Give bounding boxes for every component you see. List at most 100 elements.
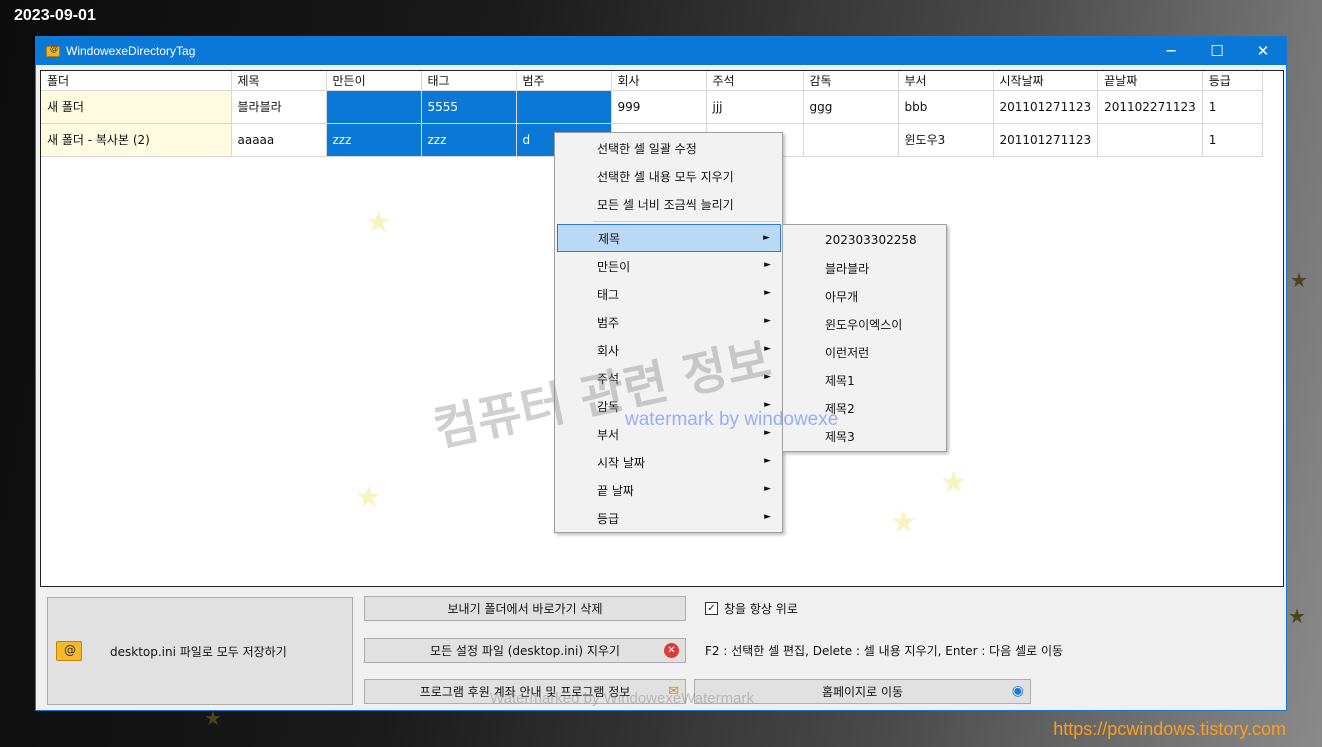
column-header-comment[interactable]: 주석 — [706, 71, 804, 91]
submenu-item[interactable]: 제목1 — [785, 366, 945, 394]
menu-item-end-date[interactable]: 끝 날짜 ► — [557, 476, 781, 504]
table-cell[interactable]: 1 — [1202, 123, 1263, 157]
table-cell[interactable]: 5555 — [421, 90, 517, 124]
close-button[interactable]: ✕ — [1240, 37, 1286, 65]
table-cell[interactable]: 201101271123 — [993, 123, 1099, 157]
menu-item-label: 부서 — [597, 427, 620, 442]
table-cell[interactable]: 새 폴더 — [41, 90, 232, 124]
star-decoration: ★ — [1290, 268, 1308, 292]
column-header-end-date[interactable]: 끝날짜 — [1097, 71, 1203, 91]
menu-item-company[interactable]: 회사 ► — [557, 336, 781, 364]
clear-settings-button[interactable]: 모든 설정 파일 (desktop.ini) 지우기 ✕ — [364, 638, 686, 663]
globe-icon: ◉ — [1011, 683, 1024, 699]
menu-item-label: 감독 — [597, 399, 620, 414]
chevron-right-icon: ► — [764, 512, 771, 522]
submenu-item[interactable]: 202303302258 — [785, 226, 945, 254]
delete-icon: ✕ — [664, 643, 679, 658]
chevron-right-icon: ► — [764, 372, 771, 382]
submenu-item[interactable]: 이런저런 — [785, 338, 945, 366]
menu-item-comment[interactable]: 주석 ► — [557, 364, 781, 392]
menu-item-tag[interactable]: 태그 ► — [557, 280, 781, 308]
menu-item-widen-cells[interactable]: 모든 셀 너비 조금씩 늘리기 — [557, 190, 781, 218]
date-stamp: 2023-09-01 — [14, 7, 96, 24]
clear-settings-label: 모든 설정 파일 (desktop.ini) 지우기 — [430, 644, 620, 658]
minimize-button[interactable]: ─ — [1148, 37, 1194, 65]
menu-item-author[interactable]: 만든이 ► — [557, 252, 781, 280]
table-cell[interactable]: zzz — [326, 123, 422, 157]
chevron-right-icon: ► — [764, 344, 771, 354]
submenu-item[interactable]: 제목2 — [785, 394, 945, 422]
menu-item-label: 선택한 셀 내용 모두 지우기 — [597, 169, 734, 184]
always-on-top-label: 창을 항상 위로 — [724, 602, 798, 616]
donate-info-button[interactable]: 프로그램 후원 계좌 안내 및 프로그램 정보 ✉ — [364, 679, 686, 704]
site-url: https://pcwindows.tistory.com — [1053, 719, 1286, 739]
column-header-director[interactable]: 감독 — [803, 71, 899, 91]
homepage-button[interactable]: 홈페이지로 이동 ◉ — [694, 679, 1031, 704]
chevron-right-icon: ► — [764, 288, 771, 298]
column-header-category[interactable]: 범주 — [516, 71, 612, 91]
menu-item-title[interactable]: 제목 ► — [557, 224, 781, 252]
save-all-desktop-ini-button[interactable]: desktop.ini 파일로 모두 저장하기 — [47, 597, 353, 705]
menu-item-label: 끝 날짜 — [597, 483, 634, 498]
delete-sendto-shortcut-button[interactable]: 보내기 폴더에서 바로가기 삭제 — [364, 596, 686, 621]
table-cell[interactable] — [1097, 123, 1203, 157]
column-header-folder[interactable]: 폴더 — [41, 71, 232, 91]
context-menu: 선택한 셀 일괄 수정 선택한 셀 내용 모두 지우기 모든 셀 너비 조금씩 … — [554, 132, 783, 533]
column-header-tag[interactable]: 태그 — [421, 71, 517, 91]
menu-item-department[interactable]: 부서 ► — [557, 420, 781, 448]
submenu-item[interactable]: 제목3 — [785, 422, 945, 450]
column-header-author[interactable]: 만든이 — [326, 71, 422, 91]
table-cell[interactable]: bbb — [898, 90, 994, 124]
table-row[interactable]: 새 폴더 블라블라 5555 999 jjj ggg bbb 201101271… — [41, 90, 1263, 124]
menu-item-label: 회사 — [597, 343, 620, 358]
table-cell[interactable]: jjj — [706, 90, 804, 124]
table-cell[interactable] — [803, 123, 899, 157]
chevron-right-icon: ► — [764, 400, 771, 410]
menu-item-label: 등급 — [597, 511, 620, 526]
window-title: WindowexeDirectoryTag — [66, 44, 196, 58]
table-cell[interactable]: 윈도우3 — [898, 123, 994, 157]
submenu-item[interactable]: 윈도우이엑스이 — [785, 310, 945, 338]
menu-item-bulk-edit[interactable]: 선택한 셀 일괄 수정 — [557, 134, 781, 162]
checkbox-check-icon[interactable]: ✓ — [705, 602, 718, 615]
star-decoration: ★ — [1288, 604, 1306, 628]
table-cell[interactable] — [516, 90, 612, 124]
save-all-label: desktop.ini 파일로 모두 저장하기 — [110, 644, 287, 659]
menu-item-category[interactable]: 범주 ► — [557, 308, 781, 336]
menu-item-label: 범주 — [597, 315, 620, 330]
table-cell[interactable]: 블라블라 — [231, 90, 327, 124]
maximize-button[interactable]: ☐ — [1194, 37, 1240, 65]
table-cell[interactable]: aaaaa — [231, 123, 327, 157]
table-cell[interactable]: 201102271123 — [1097, 90, 1203, 124]
column-header-company[interactable]: 회사 — [611, 71, 707, 91]
table-cell[interactable]: 201101271123 — [993, 90, 1099, 124]
table-cell[interactable]: 1 — [1202, 90, 1263, 124]
submenu-item[interactable]: 아무개 — [785, 282, 945, 310]
column-header-title[interactable]: 제목 — [231, 71, 327, 91]
menu-item-rating[interactable]: 등급 ► — [557, 504, 781, 532]
chevron-right-icon: ► — [764, 316, 771, 326]
chevron-right-icon: ► — [764, 456, 771, 466]
folder-at-icon — [46, 44, 60, 57]
table-cell[interactable]: ggg — [803, 90, 899, 124]
table-cell[interactable]: 새 폴더 - 복사본 (2) — [41, 123, 232, 157]
table-cell[interactable]: 999 — [611, 90, 707, 124]
chevron-right-icon: ► — [764, 260, 771, 270]
table-cell[interactable]: zzz — [421, 123, 517, 157]
submenu-item[interactable]: 블라블라 — [785, 254, 945, 282]
homepage-label: 홈페이지로 이동 — [821, 685, 904, 699]
column-header-rating[interactable]: 등급 — [1202, 71, 1263, 91]
table-cell[interactable] — [326, 90, 422, 124]
title-bar[interactable]: WindowexeDirectoryTag ─ ☐ ✕ — [36, 37, 1286, 65]
menu-item-clear-cells[interactable]: 선택한 셀 내용 모두 지우기 — [557, 162, 781, 190]
column-header-department[interactable]: 부서 — [898, 71, 994, 91]
menu-item-director[interactable]: 감독 ► — [557, 392, 781, 420]
column-header-start-date[interactable]: 시작날짜 — [993, 71, 1099, 91]
shortcut-help-text: F2 : 선택한 셀 편집, Delete : 셀 내용 지우기, Enter … — [705, 644, 1064, 658]
chevron-right-icon: ► — [764, 428, 771, 438]
always-on-top-checkbox[interactable]: ✓ 창을 항상 위로 — [705, 600, 798, 617]
donate-info-label: 프로그램 후원 계좌 안내 및 프로그램 정보 — [419, 685, 631, 699]
chevron-right-icon: ► — [763, 233, 770, 243]
menu-item-label: 모든 셀 너비 조금씩 늘리기 — [597, 197, 734, 212]
menu-item-start-date[interactable]: 시작 날짜 ► — [557, 448, 781, 476]
